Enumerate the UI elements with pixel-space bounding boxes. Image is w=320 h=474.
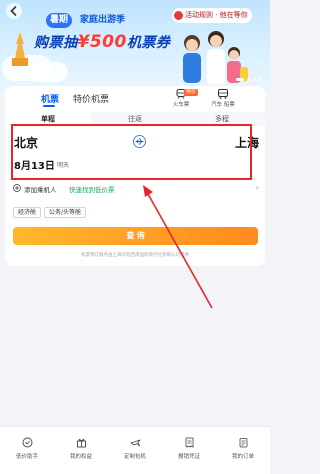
nav-low-price-assistant[interactable]: 低价助手 (0, 427, 54, 474)
active-tab-indicator (43, 105, 55, 107)
receipt-icon (185, 437, 193, 448)
mode-train[interactable]: 火车票 特价 (167, 89, 198, 108)
assistant-icon (22, 437, 32, 448)
search-button[interactable]: 查 询 (13, 227, 258, 245)
plane-icon (130, 439, 140, 447)
carousel-dots (236, 78, 262, 81)
product-tabs: 机票 特价机票 火车票 特价 汽车 船票 (5, 86, 265, 108)
nav-reimbursement[interactable]: 报销凭证 (162, 427, 216, 474)
cabin-economy[interactable]: 经济舱 (13, 207, 42, 218)
nav-label: 报销凭证 (177, 454, 200, 460)
landmark-illustration (12, 32, 28, 66)
bus-icon (218, 89, 228, 99)
headline-prefix: 购票抽 (34, 35, 78, 51)
nav-my-benefits[interactable]: 我的权益 (54, 427, 108, 474)
headline-amount: ¥500 (77, 32, 127, 52)
nav-charter-flight[interactable]: 定制包机 (108, 427, 162, 474)
add-passenger-label: 添加乘机人 (24, 186, 57, 194)
add-icon (13, 184, 21, 192)
decor-cloud (28, 62, 68, 82)
highlight-box (11, 124, 252, 180)
add-passenger-row[interactable]: 添加乘机人 快速找到低价票 › (13, 183, 259, 194)
add-passenger-hint: 快速找到低价票 (69, 186, 115, 194)
activity-icon (174, 11, 183, 20)
service-footnote: 机票预订服务由上海华程西南国际旅行社有限公司提供 (81, 253, 189, 258)
promo-headline: 购票抽¥500机票券 (34, 32, 170, 52)
nav-label: 我的订单 (231, 454, 254, 460)
mode-train-label: 火车票 (172, 102, 190, 108)
cabin-class-options: 经济舱 公务/头等舱 (13, 207, 87, 219)
cabin-business-first[interactable]: 公务/头等舱 (44, 207, 87, 218)
headline-suffix: 机票券 (126, 35, 171, 51)
orders-icon (239, 438, 247, 448)
tab-special-flights[interactable]: 特价机票 (73, 92, 109, 105)
mode-bus-ship[interactable]: 汽车 船票 (209, 89, 237, 108)
promo-banner[interactable]: 暑期 家庭出游季 购票抽¥500机票券 活动规则 · 他在等你 (0, 0, 270, 92)
gift-icon (76, 439, 86, 448)
promo-subtitle: 家庭出游季 (80, 15, 126, 25)
back-icon[interactable] (5, 2, 23, 20)
bottom-navigation: 低价助手 我的权益 定制包机 报销凭证 我的订单 (0, 426, 270, 474)
mode-bus-label: 汽车 船票 (211, 102, 235, 108)
mode-train-tag: 特价 (183, 89, 198, 96)
nav-label: 我的权益 (69, 454, 92, 460)
chevron-right-icon: › (255, 183, 259, 192)
promo-pill: 暑期 (46, 13, 73, 28)
activity-badge-text: 活动规则 · 他在等你 (185, 11, 248, 19)
activity-badge[interactable]: 活动规则 · 他在等你 (172, 8, 252, 23)
nav-label: 低价助手 (15, 454, 38, 460)
tab-flights[interactable]: 机票 (41, 92, 59, 105)
nav-my-orders[interactable]: 我的订单 (216, 427, 270, 474)
nav-label: 定制包机 (123, 454, 146, 460)
